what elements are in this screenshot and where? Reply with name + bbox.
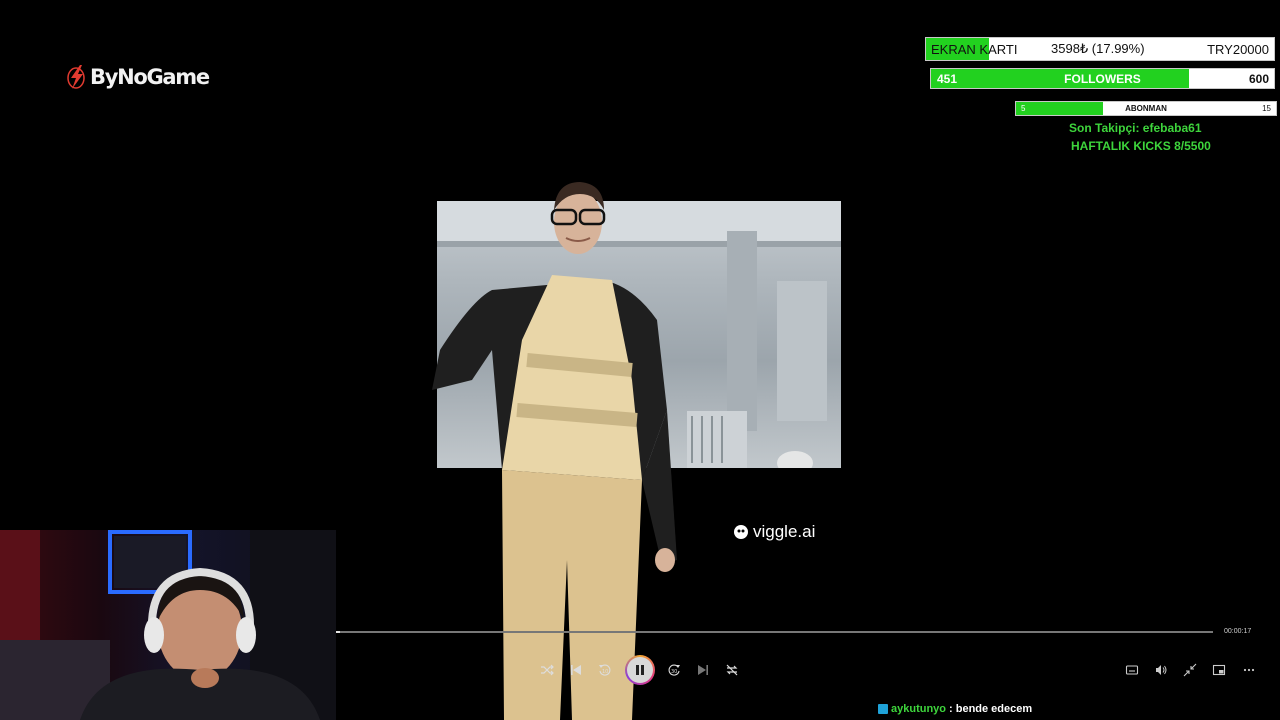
bynogame-logo: ByNoGame [66, 60, 210, 94]
logo-text: ByNoGame [90, 65, 210, 89]
rewind-10-button[interactable]: 10 [596, 661, 614, 679]
seek-bar[interactable] [336, 631, 1213, 633]
chat-message: aykutunyo : bende edecem [878, 703, 1032, 715]
followers-label: FOLLOWERS [1064, 71, 1141, 86]
viggle-logo-icon [734, 525, 748, 539]
viggle-watermark: viggle.ai [733, 522, 815, 542]
seek-bar-progress [336, 631, 340, 633]
exit-fullscreen-button[interactable] [1181, 661, 1199, 679]
followers-target: 600 [1248, 71, 1269, 86]
subscriber-target: 15 [1262, 104, 1271, 113]
webcam-image [0, 530, 336, 720]
rewind-10-icon: 10 [599, 664, 611, 676]
exit-fullscreen-icon [1183, 663, 1197, 677]
subscriber-label: ABONMAN [1125, 104, 1167, 113]
next-button[interactable] [694, 661, 712, 679]
skip-next-icon [698, 665, 708, 675]
more-icon [1243, 668, 1255, 672]
chat-text: : bende edecem [949, 703, 1033, 715]
pause-icon [636, 665, 644, 675]
subtitles-button[interactable] [1123, 661, 1141, 679]
svg-text:10: 10 [602, 669, 608, 675]
pause-button[interactable] [625, 655, 655, 685]
person-head-image [550, 182, 606, 254]
picture-in-picture-icon [1212, 664, 1226, 676]
forward-30-icon: 30 [668, 664, 680, 676]
pause-button-inner [627, 657, 653, 683]
skip-previous-icon [571, 665, 581, 675]
gpu-goal-value: 3598₺ (17.99%) [1051, 41, 1145, 56]
weekly-kicks-text: HAFTALIK KICKS 8/5500 [1071, 139, 1211, 153]
chat-badge-icon [878, 704, 888, 714]
bynogame-logo-mark-icon [67, 65, 85, 89]
elapsed-time: 00:00:17 [1224, 628, 1252, 635]
gpu-goal-bar: EKRAN KARTI 3598₺ (17.99%) TRY20000 [925, 37, 1275, 61]
chat-username: aykutunyo [891, 703, 947, 715]
gpu-goal-label: EKRAN KARTI [931, 41, 1018, 57]
previous-button[interactable] [567, 661, 585, 679]
repeat-button[interactable] [723, 661, 741, 679]
forward-30-button[interactable]: 30 [665, 661, 683, 679]
person-body-image [432, 275, 677, 720]
shuffle-icon [541, 664, 554, 676]
repeat-off-icon [726, 664, 738, 676]
shuffle-button[interactable] [538, 661, 556, 679]
subscriber-goal-bar: 5 ABONMAN 15 [1015, 101, 1277, 116]
last-follower-text: Son Takipçi: efebaba61 [1069, 121, 1202, 135]
volume-button[interactable] [1152, 661, 1170, 679]
gpu-goal-target: TRY20000 [1207, 41, 1269, 57]
subtitles-icon [1125, 665, 1139, 675]
streamer-webcam [0, 530, 336, 720]
picture-in-picture-button[interactable] [1210, 661, 1228, 679]
svg-text:30: 30 [671, 669, 677, 675]
viggle-watermark-text: viggle.ai [753, 522, 816, 541]
followers-goal-bar: 451 FOLLOWERS 600 [930, 68, 1275, 89]
more-options-button[interactable] [1240, 661, 1258, 679]
volume-icon [1156, 665, 1167, 675]
